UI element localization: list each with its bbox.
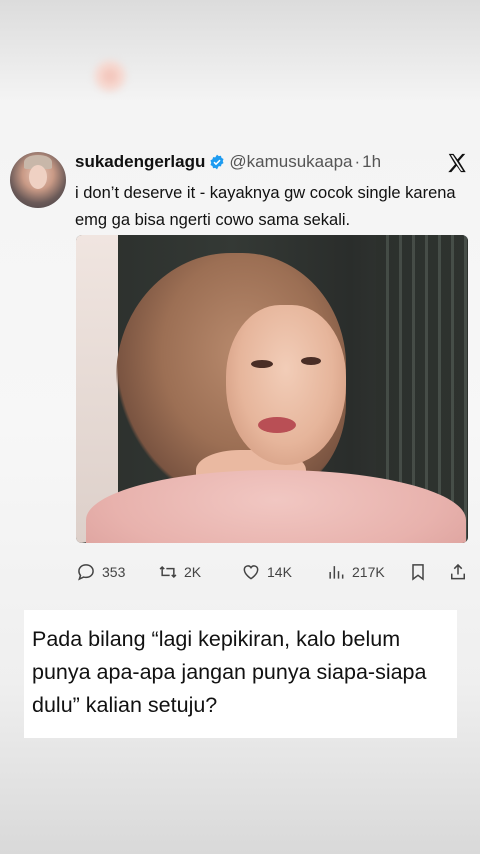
like-count: 14K: [267, 564, 292, 580]
tweet-photo[interactable]: [76, 235, 468, 543]
reply-button[interactable]: 353: [76, 562, 125, 582]
share-icon: [451, 563, 465, 580]
separator-dot: ·: [354, 152, 361, 171]
reply-icon: [78, 564, 94, 581]
heart-icon: [243, 565, 259, 580]
retweet-button[interactable]: 2K: [158, 562, 201, 582]
retweet-icon: [159, 565, 177, 579]
verified-badge-icon: [210, 154, 224, 170]
bookmark-button[interactable]: [408, 562, 434, 582]
share-button[interactable]: [448, 562, 474, 582]
caption-box: Pada bilang “lagi kepikiran, kalo belum …: [24, 610, 457, 738]
tweet-text: i don’t deserve it - kayaknya gw cocok s…: [75, 184, 456, 229]
tweet-actions: 353 2K 14K 217K: [76, 562, 471, 582]
bookmark-icon: [412, 564, 424, 581]
tweet-card: sukadengerlagu @kamusukaapa · 1h i don’t…: [0, 140, 480, 600]
caption-text: Pada bilang “lagi kepikiran, kalo belum …: [32, 627, 427, 717]
avatar[interactable]: [10, 152, 66, 208]
views-button[interactable]: 217K: [326, 562, 385, 582]
handle[interactable]: @kamusukaapa: [229, 152, 352, 172]
x-logo-icon[interactable]: [446, 152, 468, 174]
username[interactable]: sukadengerlagu: [75, 152, 205, 172]
blurred-decoration: [92, 58, 128, 94]
timestamp[interactable]: 1h: [362, 152, 381, 172]
tweet-header: sukadengerlagu @kamusukaapa · 1h: [75, 150, 381, 174]
like-button[interactable]: 14K: [241, 562, 292, 582]
retweet-count: 2K: [184, 564, 202, 580]
views-chart-icon: [329, 566, 344, 579]
reply-count: 353: [102, 564, 126, 580]
views-count: 217K: [352, 564, 385, 580]
